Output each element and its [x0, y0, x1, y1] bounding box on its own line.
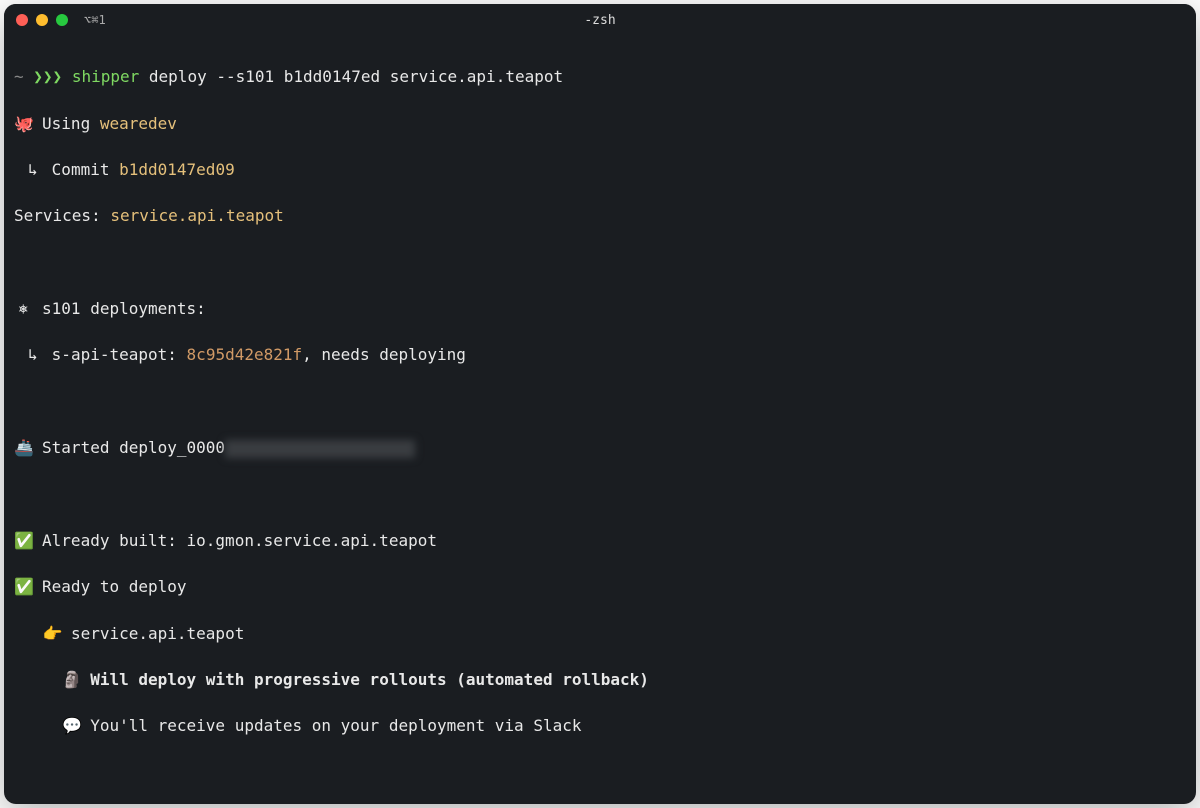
octopus-icon: 🐙	[14, 112, 32, 135]
check-icon: ✅	[14, 529, 32, 552]
commit-line: ↳ Commit b1dd0147ed09	[14, 158, 1186, 181]
services-label: Services:	[14, 206, 101, 225]
command-args: deploy --s101 b1dd0147ed service.api.tea…	[149, 67, 563, 86]
speech-icon: 💬	[62, 714, 80, 737]
prompt-path: ~	[14, 67, 24, 86]
arrow-icon: ↳	[24, 343, 42, 366]
using-line: 🐙 Using wearedev	[14, 112, 1186, 135]
blank-line	[14, 390, 1186, 413]
ready-service-line: 👉 service.api.teapot	[14, 622, 1186, 645]
services-line: Services: service.api.teapot	[14, 204, 1186, 227]
maximize-button[interactable]	[56, 14, 68, 26]
window-title: -zsh	[584, 13, 615, 28]
deployments-header-text: s101 deployments:	[42, 299, 206, 318]
ship-icon: 🚢	[14, 436, 32, 459]
close-button[interactable]	[16, 14, 28, 26]
slack-info-line: 💬 You'll receive updates on your deploym…	[14, 714, 1186, 737]
slack-info-text: You'll receive updates on your deploymen…	[90, 716, 581, 735]
point-icon: 👉	[43, 622, 61, 645]
started-text: Started deploy_0000	[42, 438, 225, 457]
rollout-info-text: Will deploy with progressive rollouts (a…	[90, 670, 649, 689]
deployments-header: ⎈ s101 deployments:	[14, 297, 1186, 320]
started-line: 🚢 Started deploy_0000	[14, 436, 1186, 459]
traffic-lights	[16, 14, 68, 26]
services-value: service.api.teapot	[110, 206, 283, 225]
arrow-icon: ↳	[24, 158, 42, 181]
using-value: wearedev	[100, 114, 177, 133]
built-text: Already built: io.gmon.service.api.teapo…	[42, 531, 437, 550]
command-name: shipper	[72, 67, 139, 86]
command-line: ~ ❯❯❯ shipper deploy --s101 b1dd0147ed s…	[14, 65, 1186, 88]
terminal-window: ⌥⌘1 -zsh ~ ❯❯❯ shipper deploy --s101 b1d…	[4, 4, 1196, 804]
ship-wheel-icon: ⎈	[14, 297, 32, 320]
blank-line	[14, 483, 1186, 506]
deployment-line: ↳ s-api-teapot: 8c95d42e821f, needs depl…	[14, 343, 1186, 366]
tab-label: ⌥⌘1	[84, 13, 106, 27]
ready-line: ✅ Ready to deploy	[14, 575, 1186, 598]
blank-line	[14, 761, 1186, 784]
titlebar: ⌥⌘1 -zsh	[4, 4, 1196, 36]
redacted-content	[225, 440, 415, 458]
check-icon: ✅	[14, 575, 32, 598]
ready-text: Ready to deploy	[42, 577, 187, 596]
deployment-service: s-api-teapot:	[52, 345, 177, 364]
deployment-status: , needs deploying	[302, 345, 466, 364]
rollout-info-line: 🗿 Will deploy with progressive rollouts …	[14, 668, 1186, 691]
terminal-body[interactable]: ~ ❯❯❯ shipper deploy --s101 b1dd0147ed s…	[4, 36, 1196, 804]
commit-label: Commit	[52, 160, 110, 179]
commit-hash: b1dd0147ed09	[119, 160, 235, 179]
deployment-hash: 8c95d42e821f	[187, 345, 303, 364]
prompt-chevrons: ❯❯❯	[33, 67, 62, 86]
built-line: ✅ Already built: io.gmon.service.api.tea…	[14, 529, 1186, 552]
ready-service-text: service.api.teapot	[71, 624, 244, 643]
moai-icon: 🗿	[62, 668, 80, 691]
minimize-button[interactable]	[36, 14, 48, 26]
using-label: Using	[42, 114, 90, 133]
blank-line	[14, 251, 1186, 274]
